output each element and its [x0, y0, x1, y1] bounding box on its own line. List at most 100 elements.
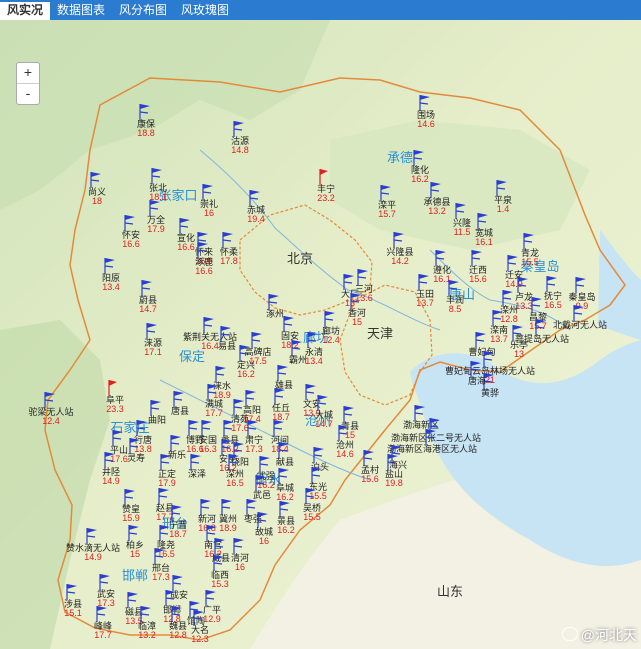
- station-name: 海兴: [389, 459, 407, 470]
- station-wind-speed: 14.8: [231, 145, 249, 155]
- station-wind-speed: 16.1: [475, 237, 493, 247]
- station-wind-speed: 15: [130, 549, 140, 559]
- station-wind-speed: 12.4: [322, 335, 340, 345]
- station-wind-speed: 16.2: [411, 174, 429, 184]
- station-wind-speed: 13.7: [416, 298, 434, 308]
- station-wind-speed: 17.9: [147, 224, 165, 234]
- station-wind-speed: 8.5: [449, 304, 462, 314]
- station-wind-speed: 18.7: [169, 529, 187, 539]
- watermark-text: @河北天: [580, 627, 637, 643]
- station-wind-speed: 14.9: [102, 476, 120, 486]
- city-label: 保定: [179, 349, 205, 364]
- station-wind-speed: 15.6: [361, 474, 379, 484]
- city-label: 邯郸: [122, 568, 148, 583]
- tab-data-chart[interactable]: 数据图表: [50, 0, 112, 20]
- station-wind-speed: 16.6: [122, 239, 140, 249]
- station-wind-speed: 14.6: [336, 449, 354, 459]
- station-wind-speed: 17.7: [205, 408, 223, 418]
- station-wind-speed: 16.5: [226, 478, 244, 488]
- station-wind-speed: 18.9: [219, 523, 237, 533]
- tab-wind-distribution[interactable]: 风分布图: [112, 0, 174, 20]
- zoom-control: + -: [16, 62, 40, 105]
- station-wind-speed: 13: [514, 349, 524, 359]
- station-wind-speed: 15.5: [309, 491, 327, 501]
- station-wind-speed: 15.9: [122, 513, 140, 523]
- station-name: 新乐: [168, 449, 186, 460]
- station-wind-speed: 14.7: [139, 304, 157, 314]
- station-name: 涿州: [266, 309, 284, 319]
- station-wind-speed: 16: [259, 536, 269, 546]
- zoom-in-button[interactable]: +: [17, 63, 39, 83]
- region-label: 天津: [367, 326, 393, 341]
- station-wind-speed: 15: [352, 317, 362, 327]
- station-wind-speed: 12.8: [169, 630, 187, 640]
- station-wind-speed: 13: [345, 298, 355, 308]
- station-name: 献县: [276, 456, 294, 467]
- station-wind-speed: 18: [92, 196, 102, 206]
- station-wind-speed: 17.3: [152, 572, 170, 582]
- station-wind-speed: 16.1: [433, 274, 451, 284]
- station-wind-speed: 17.1: [144, 347, 162, 357]
- station-wind-speed: 13.2: [138, 630, 156, 640]
- station-wind-speed: 15.3: [211, 579, 229, 589]
- station-wind-speed: 11.5: [454, 227, 471, 237]
- station-wind-speed: 16.6: [177, 242, 195, 252]
- station-wind-speed: 12.4: [42, 416, 60, 426]
- station-wind-speed: 13.4: [102, 282, 120, 292]
- station-wind-speed: 14.7: [315, 419, 333, 429]
- station-wind-speed: 18.8: [137, 128, 155, 138]
- station-name: 唐县: [171, 405, 189, 416]
- station-wind-speed: 16.6: [195, 266, 213, 276]
- station-wind-speed: 15: [345, 430, 355, 440]
- map-canvas[interactable]: 北京天津山东 承德张家口唐山秦皇岛廊坊保定沧州衡水石家庄邢台邯郸 康保18.8沽…: [0, 20, 641, 649]
- station-wind-speed: 17.6: [231, 423, 249, 433]
- station-name: 深泽: [188, 469, 206, 479]
- station-name: 饶阳: [231, 456, 249, 467]
- weibo-watermark: @河北天: [561, 625, 637, 645]
- weibo-icon: [561, 627, 578, 641]
- station-wind-speed: 13.7: [490, 334, 508, 344]
- station-wind-speed: 13.2: [428, 206, 446, 216]
- station-wind-speed: 23.3: [106, 404, 124, 414]
- station-wind-speed: 15.5: [303, 512, 321, 522]
- station-wind-speed: 16.5: [544, 300, 562, 310]
- tab-wind-observation[interactable]: 风实况: [0, 0, 51, 20]
- station-wind-speed: 16.4: [201, 341, 219, 351]
- station-wind-speed: 15.7: [378, 209, 396, 219]
- station-wind-speed: 19.4: [247, 214, 265, 224]
- station-wind-speed: 16: [204, 208, 214, 218]
- station-name: 北戴河无人站: [553, 319, 607, 330]
- city-label: 承德: [387, 150, 413, 165]
- station-name: 灵寿: [127, 452, 145, 463]
- station-name: 曲阳: [148, 415, 166, 425]
- station-name: 霸州: [289, 355, 307, 365]
- station-wind-speed: 16.2: [277, 525, 295, 535]
- zoom-out-button[interactable]: -: [17, 83, 39, 104]
- station-wind-speed: 17.9: [158, 478, 176, 488]
- station-name: 渤海新区海港区无人站: [387, 443, 477, 454]
- station-wind-speed: 16.2: [257, 480, 275, 490]
- station-wind-speed: 17.7: [94, 630, 112, 640]
- station-name: 渤海新区张二号无人站: [391, 432, 481, 443]
- station-wind-speed: 14.9: [84, 552, 102, 562]
- station-wind-speed: 14.2: [391, 256, 409, 266]
- station-wind-speed: 12.3: [191, 634, 209, 644]
- station-wind-speed: 16.2: [237, 369, 255, 379]
- tab-wind-rose[interactable]: 风玫瑰图: [174, 0, 236, 20]
- station-wind-speed: 15.6: [469, 274, 487, 284]
- region-label: 北京: [287, 251, 313, 266]
- station-wind-speed: 12.8: [500, 314, 518, 324]
- station-wind-speed: 1.4: [497, 204, 510, 214]
- station-wind-speed: 17.8: [220, 256, 238, 266]
- station-name: 黄骅: [481, 387, 499, 398]
- station-wind-speed: 16: [235, 562, 245, 572]
- station-wind-speed: 15.5: [521, 257, 539, 267]
- station-name: 易县: [218, 341, 236, 351]
- station-wind-speed: 15.1: [64, 608, 82, 618]
- wind-map[interactable]: 北京 天津 山东 承德 张家口 唐山 秦皇岛 廊坊 保定 沧州 衡水 石家庄 邢台 邯郸 康保 18.8 沽…: [0, 20, 641, 649]
- station-name: 武邑: [253, 489, 271, 500]
- station-wind-speed: 17.3: [97, 598, 115, 608]
- station-wind-speed: 12.9: [203, 614, 221, 624]
- station-wind-speed: 23.2: [317, 193, 335, 203]
- station-wind-speed: 16.6: [186, 444, 204, 454]
